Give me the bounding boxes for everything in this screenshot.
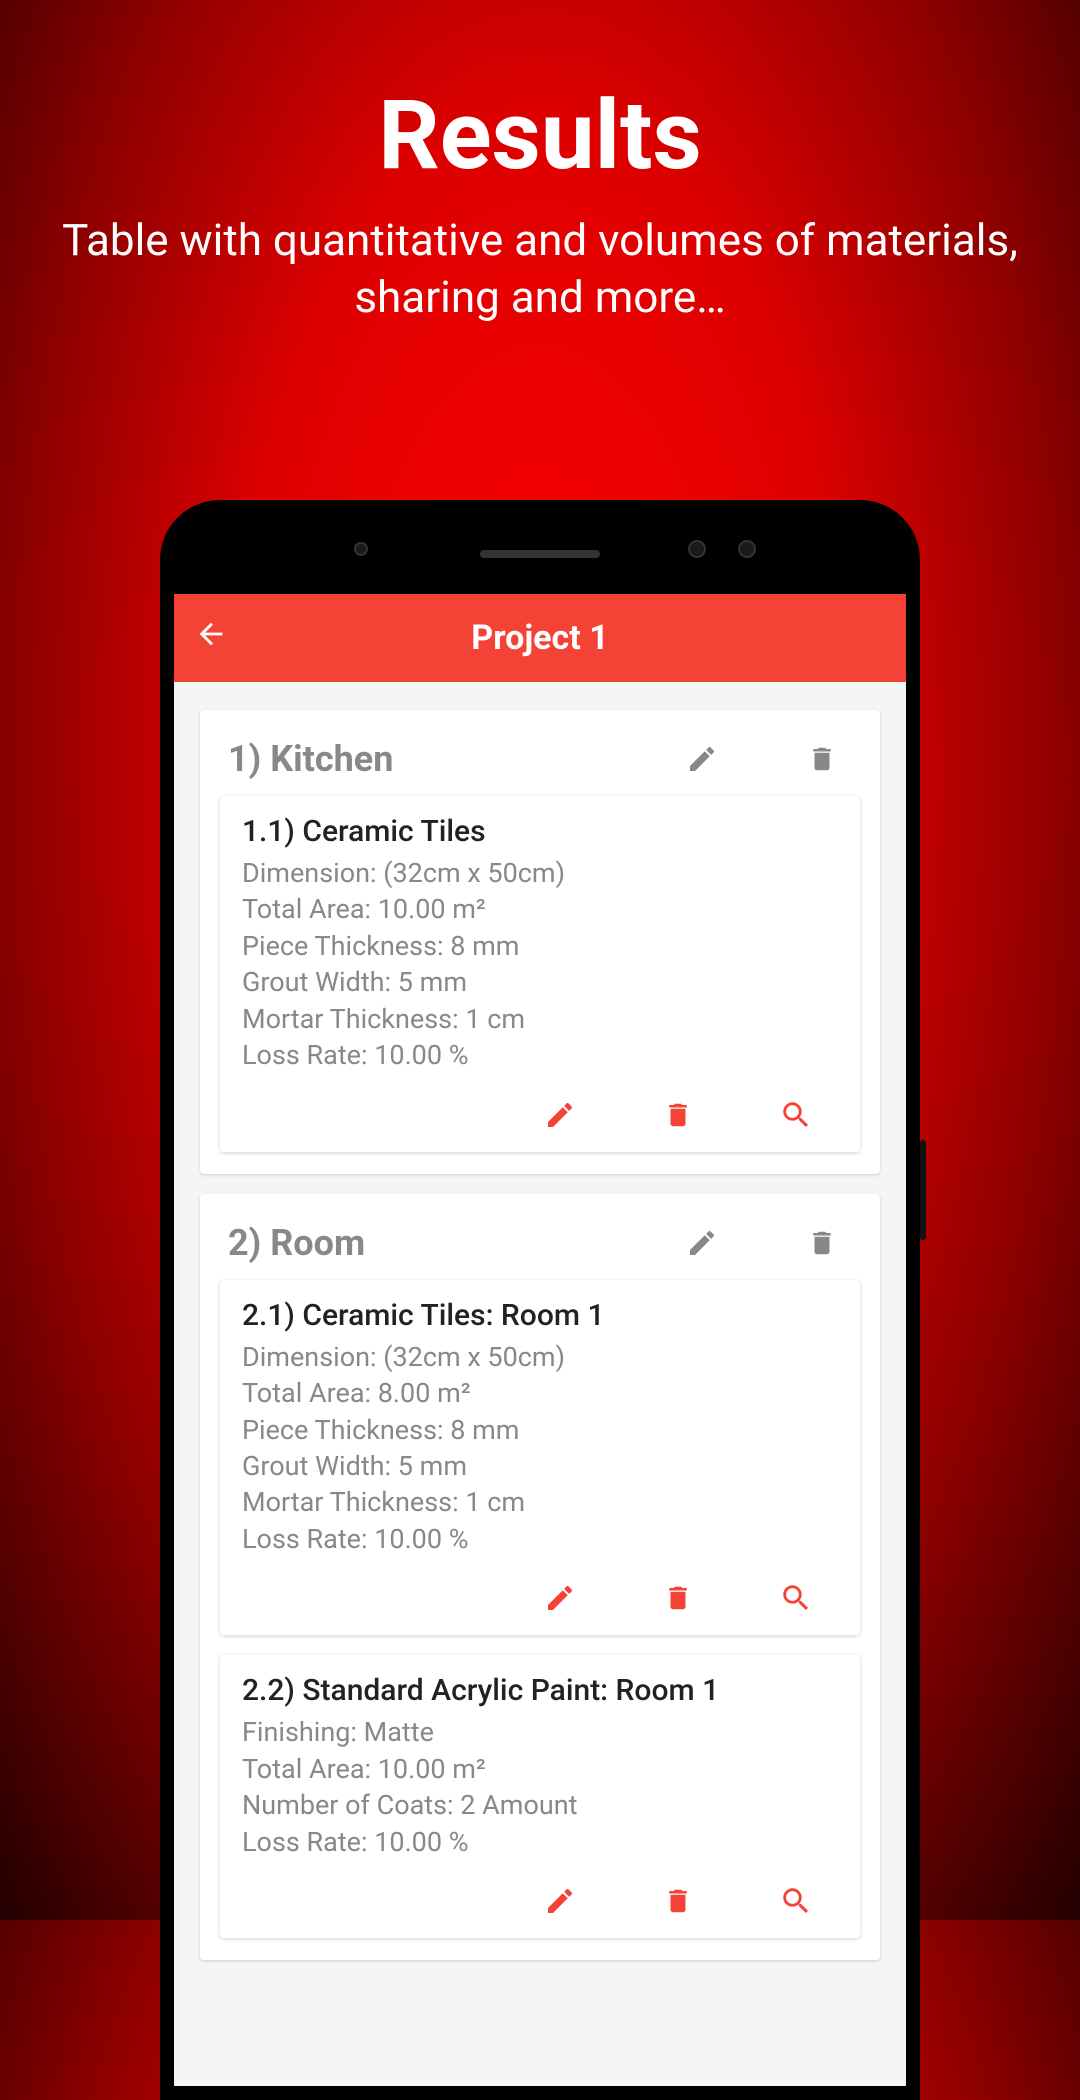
delete-item-button[interactable] <box>648 1884 708 1918</box>
section-title: 2) Room <box>228 1222 672 1264</box>
item-detail: Number of Coats: 2 Amount <box>242 1787 838 1823</box>
camera-dot <box>688 540 706 558</box>
item-detail: Total Area: 10.00 m² <box>242 1751 838 1787</box>
delete-section-button[interactable] <box>792 744 852 774</box>
item-actions <box>242 1557 838 1623</box>
edit-section-button[interactable] <box>672 743 732 775</box>
item-card: 2.1) Ceramic Tiles: Room 1 Dimension: (3… <box>220 1280 860 1636</box>
section-header: 1) Kitchen <box>200 710 880 792</box>
phone-side-button <box>920 1140 926 1240</box>
item-detail: Loss Rate: 10.00 % <box>242 1037 838 1073</box>
edit-section-button[interactable] <box>672 1227 732 1259</box>
item-detail: Grout Width: 5 mm <box>242 964 838 1000</box>
item-detail: Piece Thickness: 8 mm <box>242 928 838 964</box>
content-area: 1) Kitchen 1.1) Ceramic Tiles Dimension:… <box>174 682 906 2008</box>
item-actions <box>242 1860 838 1926</box>
item-card: 1.1) Ceramic Tiles Dimension: (32cm x 50… <box>220 796 860 1152</box>
edit-item-button[interactable] <box>530 1098 590 1132</box>
search-item-button[interactable] <box>766 1884 826 1918</box>
hero-title: Results <box>0 0 1080 192</box>
item-card: 2.2) Standard Acrylic Paint: Room 1 Fini… <box>220 1655 860 1938</box>
app-screen: Project 1 1) Kitchen 1.1) Ce <box>174 594 906 2086</box>
search-item-button[interactable] <box>766 1581 826 1615</box>
section-card: 1) Kitchen 1.1) Ceramic Tiles Dimension:… <box>200 710 880 1174</box>
delete-item-button[interactable] <box>648 1581 708 1615</box>
item-title: 1.1) Ceramic Tiles <box>242 814 838 849</box>
item-detail: Mortar Thickness: 1 cm <box>242 1001 838 1037</box>
item-detail: Loss Rate: 10.00 % <box>242 1521 838 1557</box>
phone-notch <box>174 514 906 594</box>
back-button[interactable] <box>194 617 228 660</box>
edit-item-button[interactable] <box>530 1884 590 1918</box>
section-header: 2) Room <box>200 1194 880 1276</box>
phone-speaker <box>480 550 600 558</box>
edit-item-button[interactable] <box>530 1581 590 1615</box>
item-title: 2.2) Standard Acrylic Paint: Room 1 <box>242 1673 838 1708</box>
item-title: 2.1) Ceramic Tiles: Room 1 <box>242 1298 838 1333</box>
search-item-button[interactable] <box>766 1098 826 1132</box>
item-detail: Loss Rate: 10.00 % <box>242 1824 838 1860</box>
app-bar-title: Project 1 <box>174 618 906 658</box>
item-detail: Piece Thickness: 8 mm <box>242 1412 838 1448</box>
delete-section-button[interactable] <box>792 1228 852 1258</box>
app-bar: Project 1 <box>174 594 906 682</box>
camera-dot <box>738 540 756 558</box>
phone-frame: Project 1 1) Kitchen 1.1) Ce <box>160 500 920 2100</box>
section-title: 1) Kitchen <box>228 738 672 780</box>
hero-subtitle: Table with quantitative and volumes of m… <box>0 192 1080 326</box>
item-detail: Grout Width: 5 mm <box>242 1448 838 1484</box>
item-detail: Dimension: (32cm x 50cm) <box>242 1339 838 1375</box>
sensor-dot <box>354 542 368 556</box>
item-detail: Total Area: 8.00 m² <box>242 1375 838 1411</box>
phone-inner: Project 1 1) Kitchen 1.1) Ce <box>174 514 906 2086</box>
section-card: 2) Room 2.1) Ceramic Tiles: Room 1 Dimen… <box>200 1194 880 1960</box>
item-detail: Mortar Thickness: 1 cm <box>242 1484 838 1520</box>
item-detail: Dimension: (32cm x 50cm) <box>242 855 838 891</box>
item-actions <box>242 1074 838 1140</box>
item-detail: Finishing: Matte <box>242 1714 838 1750</box>
delete-item-button[interactable] <box>648 1098 708 1132</box>
item-detail: Total Area: 10.00 m² <box>242 891 838 927</box>
